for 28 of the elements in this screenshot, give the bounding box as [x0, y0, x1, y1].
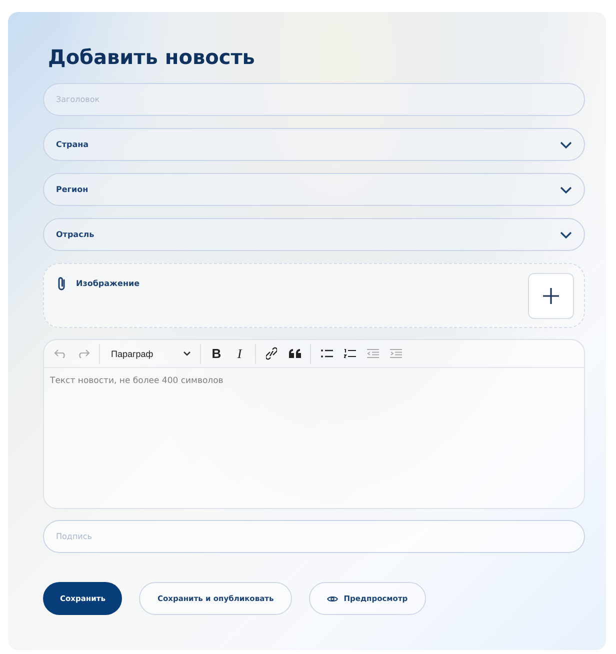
- page-title: Добавить новость: [48, 45, 256, 69]
- plus-icon: [543, 288, 559, 304]
- dropdown-field[interactable]: Регион: [43, 173, 585, 206]
- caption-field[interactable]: Подпись: [43, 520, 585, 553]
- image-label: Изображение: [76, 278, 140, 288]
- chevron-icon: [560, 186, 572, 194]
- redo-icon: [77, 349, 90, 358]
- bullet-list-icon: [320, 349, 332, 358]
- text-editor[interactable]: Параграф B I Текст новости, не более 400 символов: [43, 339, 585, 509]
- dropdown-field[interactable]: Отрасль: [43, 218, 585, 251]
- italic-button[interactable]: I: [229, 344, 250, 364]
- add-image-button[interactable]: [528, 273, 574, 319]
- quote-icon: [288, 349, 300, 358]
- chevron-icon: [560, 230, 572, 238]
- news-text-area[interactable]: Текст новости, не более 400 символов: [44, 368, 584, 508]
- outdent-icon: [366, 349, 378, 358]
- numbered-list-icon: [344, 349, 356, 358]
- bold-button[interactable]: B: [206, 344, 227, 364]
- title-field[interactable]: Заголовок: [43, 83, 585, 116]
- link-icon: [266, 347, 277, 360]
- indent-icon: [390, 349, 402, 358]
- paperclip-icon: [57, 276, 66, 290]
- eye-icon: [326, 594, 338, 602]
- chevron-icon: [560, 140, 572, 148]
- undo-icon: [54, 349, 67, 358]
- chevron-icon: [183, 351, 191, 356]
- dropdown-field[interactable]: Страна: [43, 128, 585, 161]
- paragraph-select[interactable]: Параграф: [105, 344, 195, 364]
